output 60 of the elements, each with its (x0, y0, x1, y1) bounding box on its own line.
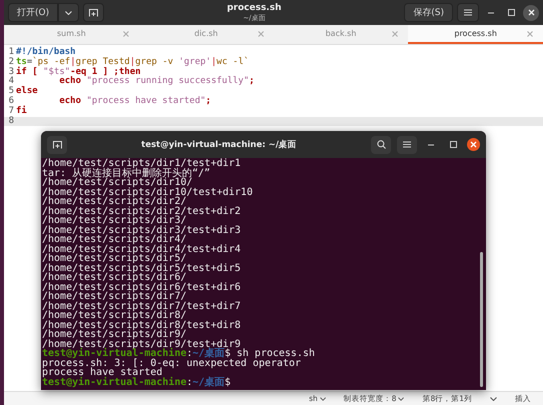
search-button[interactable] (371, 136, 391, 154)
terminal-output-line: /home/test/scripts/dir2/test+dir2 (42, 206, 242, 216)
menu-button[interactable] (457, 3, 479, 22)
code-line: 4 echo "process running successfully"; (8, 77, 256, 86)
terminal-output-line: /home/test/scripts/dir3/ (42, 216, 186, 226)
terminal-prompt-line: test@yin-virtual-machine:~/桌面$ (42, 378, 232, 387)
terminal-output-line: /home/test/scripts/dir3/test+dir3 (42, 226, 242, 235)
terminal-output-line: /home/test/scripts/dir9/test+dir9 (42, 340, 241, 349)
terminal-output-line: process.sh: 3: [: 0-eq: unexpected operator (42, 358, 301, 368)
terminal-output-line: tar: 从硬连接目标中删除开头的“/” (42, 168, 210, 178)
terminal-prompt-line: test@yin-virtual-machine:~/桌面$ sh process.sh (42, 349, 316, 358)
new-tab-icon (89, 8, 98, 16)
terminal-output-line: /home/test/scripts/dir8/test+dir8 (42, 320, 242, 330)
minimize-icon (428, 144, 434, 146)
terminal-output-line: /home/test/scripts/dir10/test+dir10 (42, 188, 254, 197)
menu-button[interactable] (397, 136, 417, 154)
terminal-output-line: /home/test/scripts/dir10/ (42, 178, 193, 188)
caret-icon (398, 396, 404, 400)
scrollbar[interactable] (480, 252, 483, 387)
terminal-output-line: /home/test/scripts/dir4/test+dir4 (42, 244, 242, 254)
terminal-output-line: /home/test/scripts/dir6/test+dir6 (42, 282, 242, 292)
menu-icon (464, 9, 472, 16)
terminal-output-line: /home/test/scripts/dir8/ (42, 311, 186, 320)
caret-icon (65, 10, 72, 14)
save-button[interactable]: 保存(S) (404, 3, 453, 22)
window-title: process.sh (226, 2, 282, 12)
terminal-output-line: /home/test/scripts/dir6/ (42, 273, 186, 282)
search-icon (376, 140, 386, 149)
new-tab-button[interactable] (83, 3, 104, 22)
code-line: 5 else (8, 87, 39, 96)
dropdown-button[interactable] (58, 3, 80, 22)
terminal-output-line: /home/test/scripts/dir5/ (42, 254, 186, 264)
terminal-output-line: /home/test/scripts/dir5/test+dir5 (42, 264, 242, 273)
code-line: 1 #!/bin/bash (8, 48, 77, 57)
new-tab-icon (52, 140, 62, 148)
minimize-icon (488, 12, 494, 14)
terminal-output-line: /home/test/scripts/dir4/ (42, 235, 186, 244)
terminal-output-line: /home/test/scripts/dir7/ (42, 292, 186, 302)
menu-icon (403, 141, 411, 148)
new-tab-button[interactable] (47, 136, 67, 154)
terminal-output-line: /home/test/scripts/dir9/ (42, 330, 186, 340)
close-button[interactable] (467, 138, 480, 151)
file-tab[interactable]: process.sh (408, 25, 543, 44)
terminal-title: test@yin-virtual-machine: ~/桌面 (140, 138, 298, 150)
caret-icon (320, 396, 326, 400)
caret-icon[interactable] (490, 396, 497, 400)
code-line: 6 echo "process have started"; (8, 96, 212, 106)
terminal-output-line: process have started (42, 368, 162, 378)
code-line: 7 fi (8, 106, 28, 116)
terminal-output-line: /home/test/scripts/dir2/ (42, 197, 186, 206)
terminal-output-line: /home/test/scripts/dir7/test+dir7 (42, 302, 242, 311)
terminal-output-line: /home/test/scripts/dir1/test+dir1 (42, 159, 242, 168)
close-icon (470, 141, 477, 148)
close-icon (528, 9, 534, 16)
code-line: 3 if [ "$ts"-eq 1 ] ;then (8, 68, 141, 77)
open-button[interactable]: 打开(O) (8, 3, 58, 22)
code-line: 2 ts=`ps -ef|grep Testd|grep -v 'grep'|wc -l` (8, 58, 250, 67)
maximize-icon (508, 9, 514, 16)
close-button[interactable] (523, 4, 539, 20)
maximize-icon (450, 141, 456, 148)
